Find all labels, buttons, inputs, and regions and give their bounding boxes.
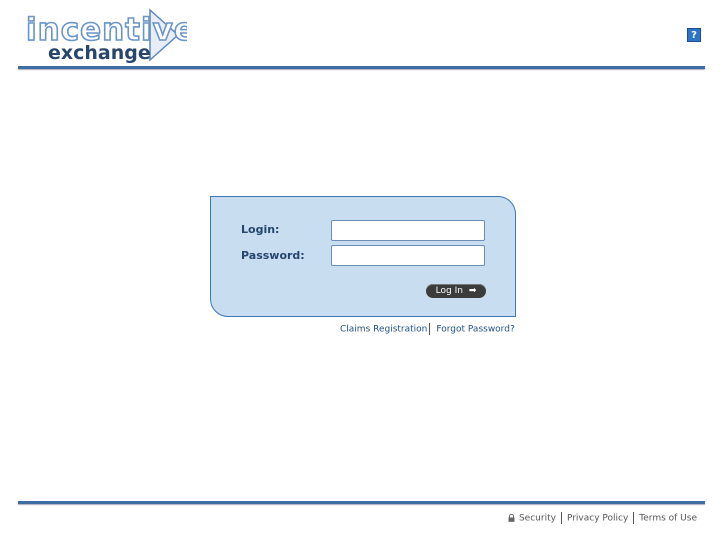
svg-text:exchange: exchange (48, 42, 151, 64)
help-icon[interactable]: ? (687, 28, 701, 42)
right-arrow-icon: ➡ (468, 286, 477, 296)
footer-divider-1 (560, 512, 562, 524)
password-input[interactable] (331, 245, 485, 266)
login-button[interactable]: Log In ➡ (426, 284, 486, 298)
header: incentive exchange ? (0, 0, 727, 72)
password-label: Password: (241, 249, 305, 262)
link-divider (429, 323, 431, 335)
lock-icon (508, 513, 515, 525)
login-button-label: Log In (435, 286, 463, 296)
login-input[interactable] (331, 220, 485, 241)
footer-divider (18, 501, 705, 504)
login-panel: Login: Password: Log In ➡ (210, 196, 516, 317)
header-divider (18, 66, 705, 69)
privacy-policy-link[interactable]: Privacy Policy (567, 514, 628, 524)
footer: Security Privacy Policy Terms of Use (508, 512, 697, 525)
claims-registration-link[interactable]: Claims Registration (340, 325, 427, 335)
incentive-exchange-logo[interactable]: incentive exchange (22, 6, 187, 66)
security-link[interactable]: Security (519, 514, 556, 524)
auth-links: Claims Registration Forgot Password? (340, 323, 520, 335)
forgot-password-link[interactable]: Forgot Password? (436, 325, 514, 335)
login-label: Login: (241, 223, 280, 236)
footer-divider-2 (633, 512, 635, 524)
terms-of-use-link[interactable]: Terms of Use (639, 514, 697, 524)
